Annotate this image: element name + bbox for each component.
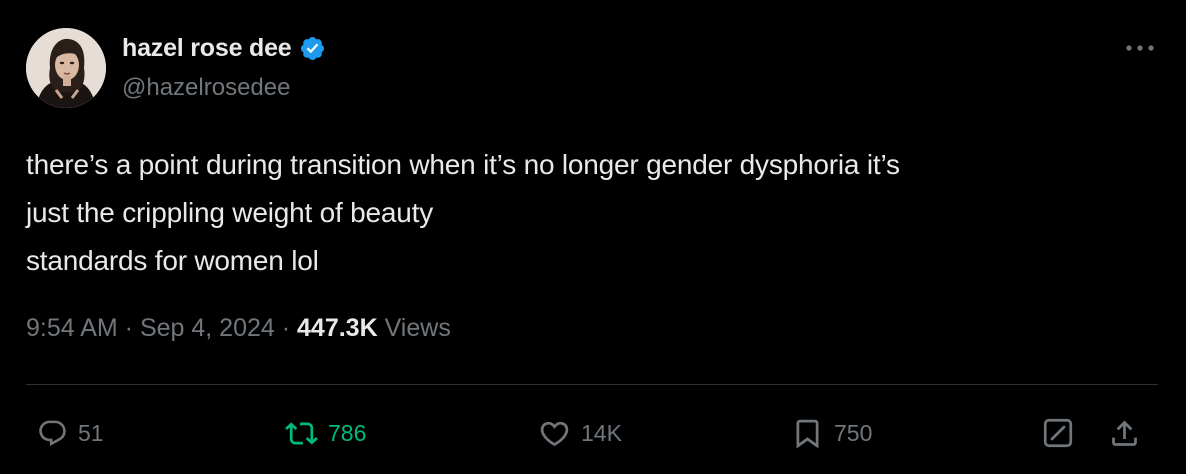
heart-icon [540, 421, 569, 446]
views-label: Views [377, 314, 451, 342]
author-handle[interactable]: @hazelrosedee [122, 74, 290, 102]
retweet-count: 786 [328, 419, 367, 446]
bookmark-icon [796, 419, 819, 449]
retweet-icon [285, 421, 318, 445]
grok-icon [1043, 418, 1073, 448]
tweet: hazel rose dee @hazelrosedee there’s a p… [0, 0, 1186, 474]
author-display-name[interactable]: hazel rose dee [122, 34, 292, 63]
bookmark-button[interactable]: 750 [791, 410, 872, 456]
meta-separator: · [274, 314, 298, 342]
verified-badge-icon[interactable] [299, 35, 326, 62]
views-count: 447.3K [297, 314, 378, 342]
retweet-button[interactable]: 786 [285, 410, 366, 456]
tweet-time[interactable]: 9:54 AM [26, 314, 118, 343]
reply-count: 51 [78, 419, 104, 446]
meta-separator: · [117, 314, 140, 342]
avatar-image [26, 28, 106, 108]
tweet-text: there’s a point during transition when i… [26, 149, 900, 276]
share-icon [1112, 420, 1137, 446]
author-name-row: hazel rose dee [122, 32, 326, 64]
tweet-metadata: 9:54 AM · Sep 4, 2024 · 447.3K Views [26, 314, 451, 343]
like-count: 14K [581, 419, 622, 446]
action-bar: 51 786 14K 750 [0, 410, 1186, 456]
avatar[interactable] [26, 28, 106, 108]
like-button[interactable]: 14K [538, 410, 622, 456]
tweet-date[interactable]: Sep 4, 2024 [140, 314, 275, 343]
reply-icon [39, 420, 66, 446]
more-options-icon[interactable] [1122, 36, 1158, 60]
grok-button[interactable] [1040, 410, 1076, 456]
reply-button[interactable]: 51 [37, 410, 104, 456]
divider [26, 384, 1158, 385]
bookmark-count: 750 [834, 419, 873, 446]
share-button[interactable] [1108, 410, 1141, 456]
